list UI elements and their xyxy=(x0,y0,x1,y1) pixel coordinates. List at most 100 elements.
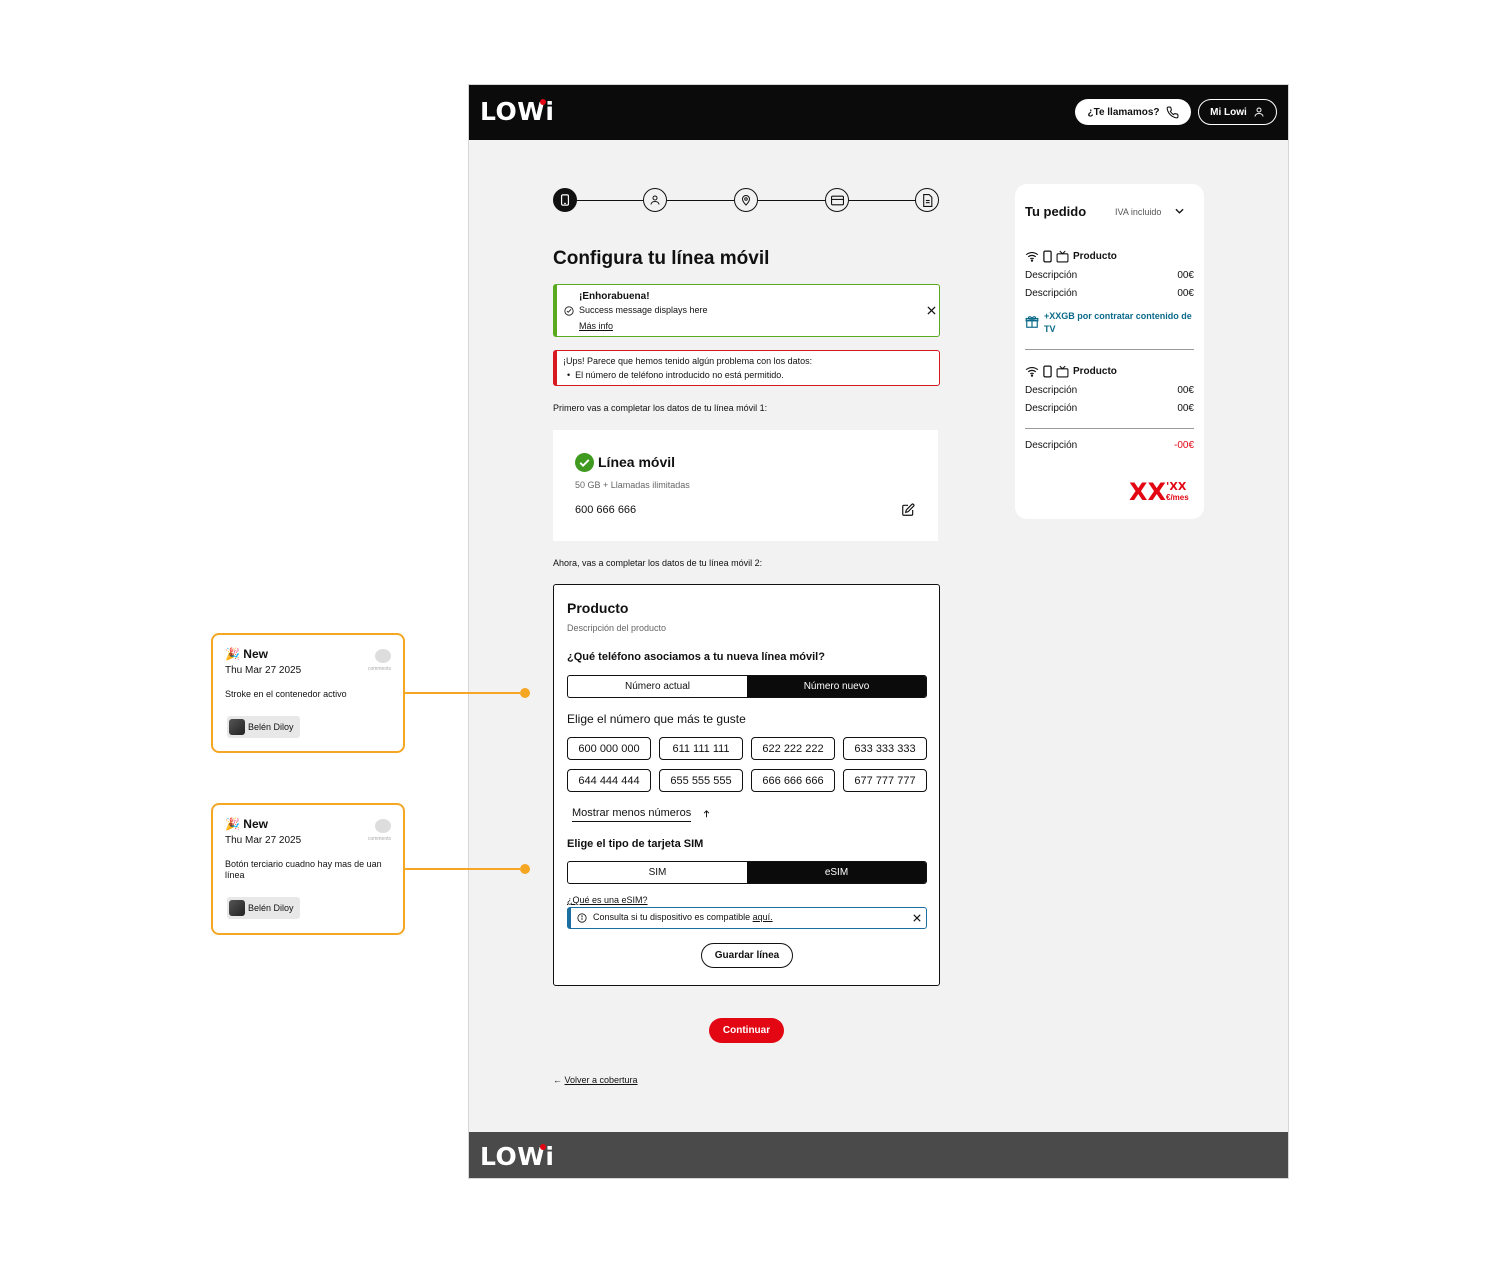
number-option[interactable]: 666 666 666 xyxy=(751,769,835,792)
toggle-sim[interactable]: SIM xyxy=(568,862,747,883)
order-divider xyxy=(1025,349,1194,350)
avatar xyxy=(229,719,245,735)
phone-icon xyxy=(1166,106,1178,118)
annotation-note[interactable]: 🎉 New Thu Mar 27 2025 comments Stroke en… xyxy=(211,633,405,753)
comments-label: comments xyxy=(367,836,391,842)
esim-info-text: Consulta si tu dispositivo es compatible… xyxy=(593,912,773,922)
price-decimals: 'XX xyxy=(1166,480,1187,493)
row-label: Descripción xyxy=(1025,270,1078,281)
order-title: Tu pedido xyxy=(1025,204,1087,219)
save-line-button[interactable]: Guardar línea xyxy=(701,943,793,968)
product2-row: Descripción 00€ xyxy=(1025,403,1194,414)
my-lowi-button[interactable]: Mi Lowi xyxy=(1198,99,1277,125)
line1-card: Línea móvil 50 GB + Llamadas ilimitadas … xyxy=(553,430,938,541)
show-less-numbers-link[interactable]: Mostrar menos números xyxy=(572,807,692,822)
row-label: Descripción xyxy=(1025,403,1078,414)
party-icon: 🎉 xyxy=(225,647,240,661)
discount-value: -00€ xyxy=(1173,440,1194,451)
mobile-icon xyxy=(1043,365,1052,378)
note-body: Botón terciario cuadno hay mas de uan lí… xyxy=(225,859,382,880)
note-date: Thu Mar 27 2025 xyxy=(225,665,302,676)
esim-info-banner: Consulta si tu dispositivo es compatible… xyxy=(567,907,927,929)
note-head: 🎉 New xyxy=(225,817,268,831)
success-alert-message: Success message displays here xyxy=(579,305,708,315)
product1-row: Descripción 00€ xyxy=(1025,288,1194,299)
number-option[interactable]: 600 000 000 xyxy=(567,737,651,760)
comment-icon[interactable] xyxy=(375,819,391,833)
step-phone[interactable] xyxy=(553,188,577,212)
footer-logo[interactable]: LOWi xyxy=(480,1142,554,1171)
party-icon: 🎉 xyxy=(225,817,240,831)
error-alert-item-text: El número de teléfono introducido no est… xyxy=(575,370,784,380)
stepper-connector xyxy=(758,200,825,201)
note-head-text: New xyxy=(243,817,268,831)
close-icon[interactable] xyxy=(927,306,936,315)
avatar xyxy=(229,900,245,916)
toggle-current-number[interactable]: Número actual xyxy=(568,676,747,697)
logo-dot xyxy=(540,99,546,105)
row-value: 00€ xyxy=(1177,403,1194,414)
esim-info-message: Consulta si tu dispositivo es compatible xyxy=(593,912,753,922)
tv-icon xyxy=(1056,250,1069,263)
user-icon xyxy=(650,195,660,205)
wifi-icon xyxy=(1025,251,1039,262)
phone-device-icon xyxy=(560,194,570,206)
close-icon[interactable] xyxy=(913,914,921,922)
choose-number-label: Elige el número que más te guste xyxy=(567,712,746,726)
user-icon xyxy=(1254,107,1264,117)
error-alert-item: • El número de teléfono introducido no e… xyxy=(567,370,784,380)
comment-icon[interactable] xyxy=(375,649,391,663)
call-me-button[interactable]: ¿Te llamamos? xyxy=(1075,99,1191,125)
row-value: 00€ xyxy=(1177,288,1194,299)
sim-type-label: Elige el tipo de tarjeta SIM xyxy=(567,838,704,850)
top-bar: LOWi ¿Te llamamos? Mi Lowi xyxy=(469,85,1288,140)
intro-line-2: Ahora, vas a completar los datos de tu l… xyxy=(553,558,763,568)
what-is-esim-link[interactable]: ¿Qué es una eSIM? xyxy=(567,895,648,905)
success-alert: ¡Enhorabuena! Success message displays h… xyxy=(553,284,940,337)
annotation-note[interactable]: 🎉 New Thu Mar 27 2025 comments Botón ter… xyxy=(211,803,405,935)
product2-name: Producto xyxy=(1073,366,1117,377)
number-option[interactable]: 644 444 444 xyxy=(567,769,651,792)
chevron-down-icon[interactable] xyxy=(1175,208,1184,215)
back-to-coverage-link[interactable]: ← Volver a cobertura xyxy=(553,1075,638,1085)
stepper-connector xyxy=(667,200,734,201)
line1-number: 600 666 666 xyxy=(575,504,637,516)
toggle-esim[interactable]: eSIM xyxy=(747,862,926,883)
annotation-anchor xyxy=(520,688,530,698)
vat-label: IVA incluido xyxy=(1115,207,1162,217)
phone-number-toggle: Número actual Número nuevo xyxy=(567,675,927,698)
tv-icon xyxy=(1056,365,1069,378)
arrow-left-icon: ← xyxy=(553,1075,562,1085)
step-personal-data[interactable] xyxy=(643,188,667,212)
sim-type-toggle: SIM eSIM xyxy=(567,861,927,884)
continue-button[interactable]: Continuar xyxy=(709,1018,784,1043)
show-less-label: Mostrar menos números xyxy=(572,807,692,819)
annotation-connector xyxy=(405,868,520,870)
edit-icon[interactable] xyxy=(901,503,915,517)
more-info-link[interactable]: Más info xyxy=(579,321,613,331)
number-option[interactable]: 677 777 777 xyxy=(843,769,927,792)
esim-compat-link[interactable]: aquí. xyxy=(753,912,773,922)
success-alert-title: ¡Enhorabuena! xyxy=(579,291,650,302)
error-alert-title: ¡Ups! Parece que hemos tenido algún prob… xyxy=(563,356,813,366)
toggle-new-number[interactable]: Número nuevo xyxy=(747,676,926,697)
check-success-icon xyxy=(575,453,594,472)
gift-icon xyxy=(1025,316,1039,328)
product1-header: Producto xyxy=(1025,250,1117,263)
arrow-up-icon xyxy=(703,810,710,818)
annotation-connector xyxy=(405,692,520,694)
note-date: Thu Mar 27 2025 xyxy=(225,835,302,846)
number-option[interactable]: 622 222 222 xyxy=(751,737,835,760)
lowi-logo[interactable]: LOWi xyxy=(480,97,554,126)
number-option[interactable]: 611 111 111 xyxy=(659,737,743,760)
phone-question: ¿Qué teléfono asociamos a tu nueva línea… xyxy=(567,651,825,663)
vat-toggle[interactable]: IVA incluido xyxy=(1115,207,1161,217)
wifi-icon xyxy=(1025,366,1039,377)
step-payment[interactable] xyxy=(825,188,849,212)
number-option[interactable]: 633 333 333 xyxy=(843,737,927,760)
step-summary[interactable] xyxy=(915,188,939,212)
step-address[interactable] xyxy=(734,188,758,212)
annotation-anchor xyxy=(520,864,530,874)
location-pin-icon xyxy=(741,195,751,206)
number-option[interactable]: 655 555 555 xyxy=(659,769,743,792)
